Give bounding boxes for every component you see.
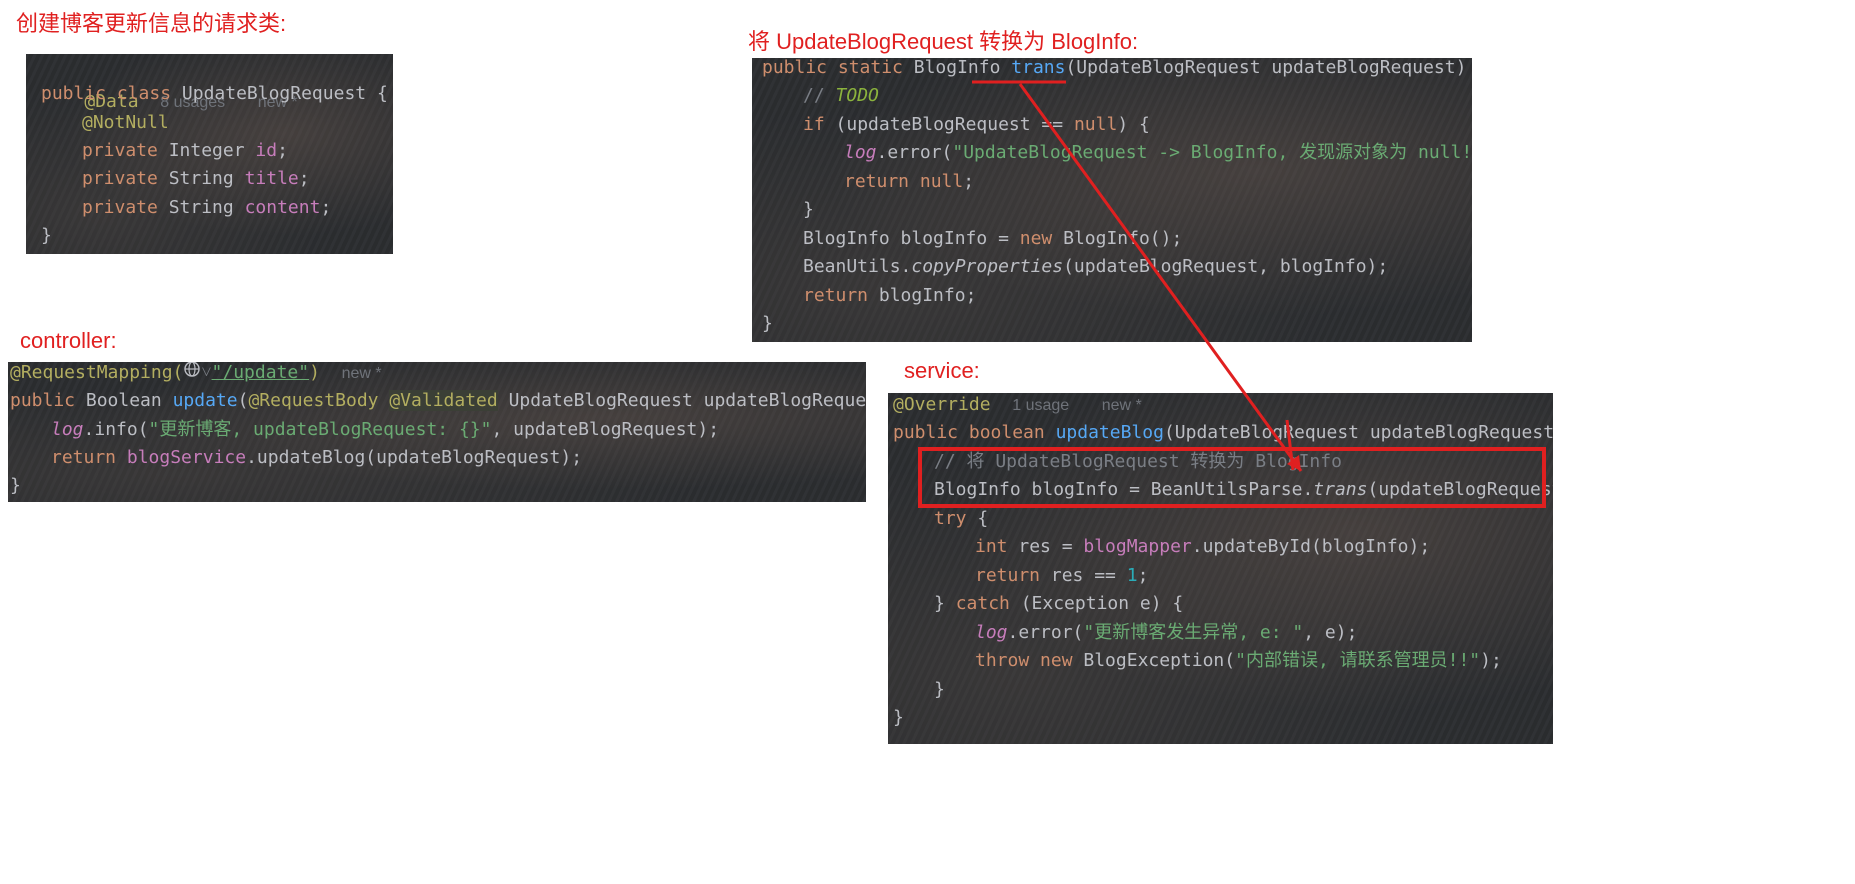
annotation-arrows — [972, 80, 1303, 472]
arrow-shaft — [1018, 83, 1303, 472]
